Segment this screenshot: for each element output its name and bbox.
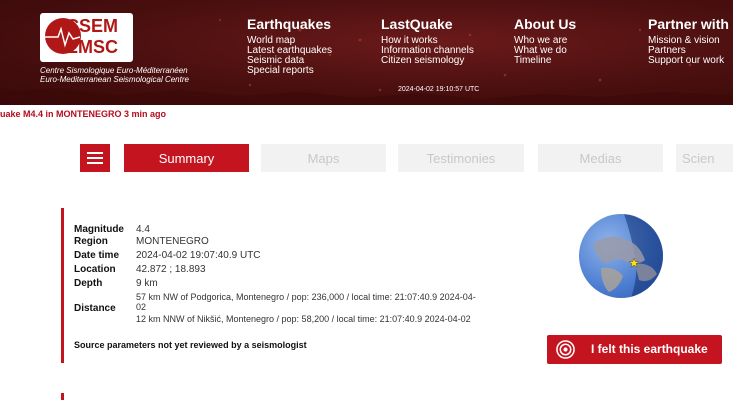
nav-heading-earthquakes[interactable]: Earthquakes <box>247 16 332 32</box>
region-label: Region <box>74 236 108 247</box>
nav-heading-about-us[interactable]: About Us <box>514 16 576 32</box>
site-header: CSEM EMSC Centre Sismologique Euro-Médit… <box>0 0 733 105</box>
logo-subtitle-en: Euro-Mediterranean Seismological Centre <box>40 75 189 84</box>
nav-link-support[interactable]: Support our work <box>648 56 733 66</box>
logo-text-csem: CSEM <box>66 16 119 36</box>
nav-about-us: About Us Who we are What we do Timeline <box>514 16 576 66</box>
magnitude-label: Magnitude <box>74 224 124 235</box>
distance-label: Distance <box>74 303 116 314</box>
tab-testimonies[interactable]: Testimonies <box>398 144 524 172</box>
nav-partner: Partner with u Mission & vision Partners… <box>648 16 733 66</box>
datetime-label: Date time <box>74 250 120 261</box>
i-felt-this-earthquake-button[interactable]: I felt this earthquake <box>547 335 722 364</box>
nav-heading-lastquake[interactable]: LastQuake <box>381 16 474 32</box>
menu-icon-bar <box>87 152 103 154</box>
felt-target-icon <box>556 340 575 359</box>
location-label: Location <box>74 264 116 275</box>
felt-button-label: I felt this earthquake <box>591 342 708 356</box>
depth-value: 9 km <box>136 278 158 289</box>
datetime-value: 2024-04-02 19:07:40.9 UTC <box>136 250 261 261</box>
tab-medias[interactable]: Medias <box>538 144 663 172</box>
depth-label: Depth <box>74 278 103 289</box>
tab-summary[interactable]: Summary <box>124 144 249 172</box>
distance-line-3: 12 km NNW of Nikšić, Montenegro / pop: 5… <box>136 314 471 324</box>
logo-text-emsc: EMSC <box>66 37 119 57</box>
latest-quake-ticker[interactable]: uake M4.4 in MONTENEGRO 3 min ago <box>0 109 166 119</box>
nav-heading-partner[interactable]: Partner with u <box>648 16 733 32</box>
nav-earthquakes: Earthquakes World map Latest earthquakes… <box>247 16 332 76</box>
tab-maps[interactable]: Maps <box>261 144 386 172</box>
earthquake-summary-panel: Magnitude 4.4 Region MONTENEGRO Date tim… <box>61 208 539 363</box>
nav-link-special-reports[interactable]: Special reports <box>247 66 332 76</box>
nav-link-citizen-seismology[interactable]: Citizen seismology <box>381 56 474 66</box>
menu-icon-bar <box>87 162 103 164</box>
hamburger-menu-button[interactable] <box>80 144 110 172</box>
next-section-accent <box>61 393 64 400</box>
distance-line-1: 57 km NW of Podgorica, Montenegro / pop:… <box>136 292 476 302</box>
header-datetime: 2024-04-02 19:10:57 UTC <box>398 86 480 93</box>
magnitude-value: 4.4 <box>136 224 150 235</box>
tab-science[interactable]: Scien <box>676 144 733 172</box>
logo-subtitle-fr: Centre Sismologique Euro-Méditerranéen <box>40 66 188 75</box>
nav-link-timeline[interactable]: Timeline <box>514 56 576 66</box>
distance-line-2: 02 <box>136 302 147 312</box>
epicenter-globe-map[interactable] <box>579 214 663 298</box>
csem-emsc-logo[interactable]: CSEM EMSC <box>40 13 133 62</box>
location-value: 42.872 ; 18.893 <box>136 264 206 275</box>
review-note: Source parameters not yet reviewed by a … <box>74 340 307 350</box>
region-value: MONTENEGRO <box>136 236 209 247</box>
nav-lastquake: LastQuake How it works Information chann… <box>381 16 474 66</box>
globe-map-icon <box>593 214 663 298</box>
menu-icon-bar <box>87 157 103 159</box>
